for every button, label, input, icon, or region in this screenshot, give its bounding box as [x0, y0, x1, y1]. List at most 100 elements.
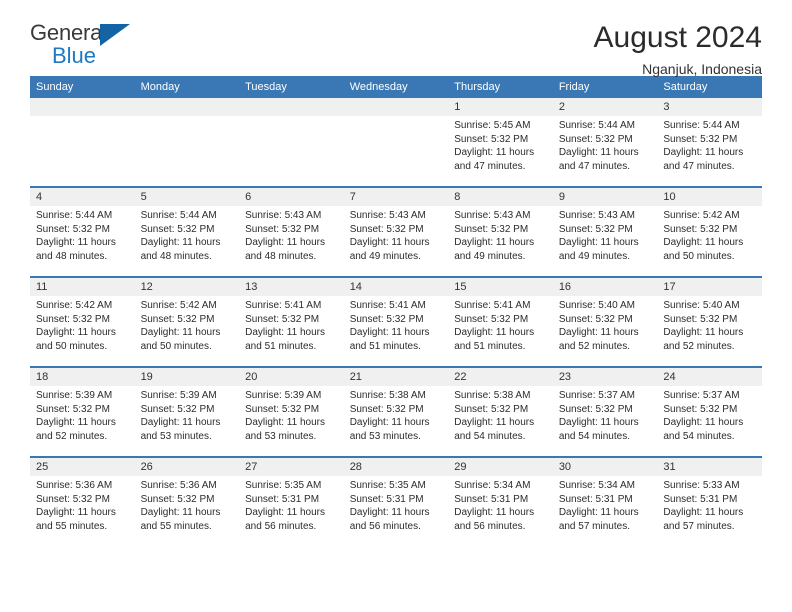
calendar-day-cell[interactable]: 15 Sunrise: 5:41 AM Sunset: 5:32 PM Dayligh…: [448, 278, 553, 366]
day-details: Sunrise: 5:44 AM Sunset: 5:32 PM Daylight:…: [657, 116, 762, 173]
calendar-day-cell[interactable]: 27 Sunrise: 5:35 AM Sunset: 5:31 PM Dayligh…: [239, 458, 344, 546]
logo-text-blue: Blue: [52, 43, 97, 68]
day-detail-daylight2: and 52 minutes.: [558, 340, 630, 352]
calendar-day-cell[interactable]: 23 Sunrise: 5:37 AM Sunset: 5:32 PM Dayligh…: [552, 368, 658, 456]
day-number: 12: [134, 278, 240, 296]
calendar-cell-empty: [134, 98, 240, 186]
calendar-week-row: 1 Sunrise: 5:45 AM Sunset: 5:32 PM Daylight…: [30, 98, 762, 187]
day-detail-daylight2: and 53 minutes.: [245, 430, 317, 442]
calendar-day-cell[interactable]: 2 Sunrise: 5:44 AM Sunset: 5:32 PM Daylight…: [552, 98, 658, 186]
calendar-cell-empty: [239, 98, 344, 186]
day-detail-sunset: Sunset: 5:32 PM: [36, 223, 110, 235]
day-detail-sunset: Sunset: 5:32 PM: [663, 223, 738, 235]
day-detail-daylight2: and 53 minutes.: [349, 430, 421, 442]
day-detail-daylight1: Daylight: 11 hours: [36, 237, 116, 248]
day-details: Sunrise: 5:41 AM Sunset: 5:32 PM Daylight:…: [239, 296, 344, 353]
calendar-day-cell[interactable]: 26 Sunrise: 5:36 AM Sunset: 5:32 PM Dayligh…: [134, 458, 240, 546]
day-number: [343, 98, 449, 116]
day-detail-daylight2: and 51 minutes.: [245, 340, 317, 352]
calendar-day-cell[interactable]: 29 Sunrise: 5:34 AM Sunset: 5:31 PM Dayligh…: [448, 458, 553, 546]
calendar-day-cell[interactable]: 20 Sunrise: 5:39 AM Sunset: 5:32 PM Dayligh…: [239, 368, 344, 456]
day-detail-daylight1: Daylight: 11 hours: [663, 507, 744, 518]
day-detail-daylight2: and 47 minutes.: [454, 160, 526, 172]
calendar-day-cell[interactable]: 24 Sunrise: 5:37 AM Sunset: 5:32 PM Dayligh…: [657, 368, 762, 456]
day-detail-daylight1: Daylight: 11 hours: [558, 237, 639, 248]
calendar-day-cell[interactable]: 4 Sunrise: 5:44 AM Sunset: 5:32 PM Daylight…: [30, 188, 135, 276]
day-number: 29: [448, 458, 553, 476]
calendar-cell-empty: [30, 98, 135, 186]
day-detail-sunset: Sunset: 5:32 PM: [36, 313, 110, 325]
calendar-week-row: 25 Sunrise: 5:36 AM Sunset: 5:32 PM Dayligh…: [30, 456, 762, 546]
day-detail-daylight1: Daylight: 11 hours: [140, 507, 221, 518]
day-number: 27: [239, 458, 344, 476]
calendar-day-cell[interactable]: 1 Sunrise: 5:45 AM Sunset: 5:32 PM Daylight…: [448, 98, 553, 186]
day-detail-daylight1: Daylight: 11 hours: [454, 147, 535, 158]
weekday-header-wednesday: Wednesday: [343, 76, 449, 98]
day-detail-daylight2: and 49 minutes.: [454, 250, 526, 262]
day-detail-sunset: Sunset: 5:32 PM: [558, 133, 633, 145]
day-details: Sunrise: 5:43 AM Sunset: 5:32 PM Daylight:…: [344, 206, 449, 263]
calendar-day-cell[interactable]: 17 Sunrise: 5:40 AM Sunset: 5:32 PM Dayligh…: [657, 278, 762, 366]
day-number: 23: [552, 368, 658, 386]
day-detail-sunrise: Sunrise: 5:43 AM: [349, 210, 426, 221]
general-blue-logo[interactable]: General Blue: [30, 22, 150, 68]
day-detail-sunset: Sunset: 5:32 PM: [454, 223, 529, 235]
day-detail-sunrise: Sunrise: 5:38 AM: [454, 390, 531, 401]
calendar-day-cell[interactable]: 7 Sunrise: 5:43 AM Sunset: 5:32 PM Daylight…: [343, 188, 449, 276]
day-detail-sunset: Sunset: 5:32 PM: [349, 223, 424, 235]
day-detail-daylight2: and 51 minutes.: [349, 340, 421, 352]
day-number: [134, 98, 240, 116]
day-detail-sunset: Sunset: 5:31 PM: [349, 493, 424, 505]
calendar-day-cell[interactable]: 13 Sunrise: 5:41 AM Sunset: 5:32 PM Dayligh…: [239, 278, 344, 366]
calendar-day-cell[interactable]: 3 Sunrise: 5:44 AM Sunset: 5:32 PM Daylight…: [657, 98, 762, 186]
day-number: 28: [343, 458, 449, 476]
day-detail-sunrise: Sunrise: 5:37 AM: [558, 390, 635, 401]
calendar-day-cell[interactable]: 22 Sunrise: 5:38 AM Sunset: 5:32 PM Dayligh…: [448, 368, 553, 456]
calendar-day-cell[interactable]: 30 Sunrise: 5:34 AM Sunset: 5:31 PM Dayligh…: [552, 458, 658, 546]
day-detail-daylight1: Daylight: 11 hours: [36, 327, 116, 338]
day-detail-daylight2: and 54 minutes.: [663, 430, 735, 442]
day-detail-sunset: Sunset: 5:32 PM: [663, 313, 738, 325]
day-detail-daylight2: and 47 minutes.: [558, 160, 630, 172]
day-detail-daylight2: and 49 minutes.: [558, 250, 630, 262]
day-number: 18: [30, 368, 135, 386]
day-detail-daylight2: and 52 minutes.: [663, 340, 735, 352]
calendar-day-cell[interactable]: 11 Sunrise: 5:42 AM Sunset: 5:32 PM Dayligh…: [30, 278, 135, 366]
calendar-day-cell[interactable]: 14 Sunrise: 5:41 AM Sunset: 5:32 PM Dayligh…: [343, 278, 449, 366]
day-detail-sunset: Sunset: 5:32 PM: [36, 403, 110, 415]
calendar-day-cell[interactable]: 9 Sunrise: 5:43 AM Sunset: 5:32 PM Daylight…: [552, 188, 658, 276]
day-number: 9: [552, 188, 658, 206]
day-number: 17: [657, 278, 762, 296]
calendar-day-cell[interactable]: 19 Sunrise: 5:39 AM Sunset: 5:32 PM Dayligh…: [134, 368, 240, 456]
calendar-day-cell[interactable]: 10 Sunrise: 5:42 AM Sunset: 5:32 PM Dayligh…: [657, 188, 762, 276]
day-detail-daylight1: Daylight: 11 hours: [663, 417, 744, 428]
calendar-day-cell[interactable]: 28 Sunrise: 5:35 AM Sunset: 5:31 PM Dayligh…: [343, 458, 449, 546]
day-detail-sunset: Sunset: 5:32 PM: [140, 313, 215, 325]
day-detail-daylight1: Daylight: 11 hours: [454, 327, 535, 338]
day-detail-sunrise: Sunrise: 5:45 AM: [454, 120, 531, 131]
calendar-day-cell[interactable]: 16 Sunrise: 5:40 AM Sunset: 5:32 PM Dayligh…: [552, 278, 658, 366]
day-detail-sunset: Sunset: 5:32 PM: [663, 403, 738, 415]
day-detail-sunset: Sunset: 5:31 PM: [558, 493, 633, 505]
calendar-day-cell[interactable]: 5 Sunrise: 5:44 AM Sunset: 5:32 PM Daylight…: [134, 188, 240, 276]
day-detail-sunrise: Sunrise: 5:40 AM: [558, 300, 635, 311]
calendar-day-cell[interactable]: 6 Sunrise: 5:43 AM Sunset: 5:32 PM Daylight…: [239, 188, 344, 276]
calendar-day-cell[interactable]: 31 Sunrise: 5:33 AM Sunset: 5:31 PM Dayligh…: [657, 458, 762, 546]
day-details: Sunrise: 5:40 AM Sunset: 5:32 PM Daylight:…: [553, 296, 658, 353]
day-detail-sunrise: Sunrise: 5:44 AM: [140, 210, 217, 221]
calendar-day-cell[interactable]: 12 Sunrise: 5:42 AM Sunset: 5:32 PM Dayligh…: [134, 278, 240, 366]
weekday-header-saturday: Saturday: [657, 76, 762, 98]
day-number: 31: [657, 458, 762, 476]
calendar-day-cell[interactable]: 21 Sunrise: 5:38 AM Sunset: 5:32 PM Dayligh…: [343, 368, 449, 456]
day-detail-daylight1: Daylight: 11 hours: [245, 327, 325, 338]
day-detail-daylight2: and 53 minutes.: [140, 430, 212, 442]
day-number: 30: [552, 458, 658, 476]
calendar-day-cell[interactable]: 18 Sunrise: 5:39 AM Sunset: 5:32 PM Dayligh…: [30, 368, 135, 456]
calendar-day-cell[interactable]: 8 Sunrise: 5:43 AM Sunset: 5:32 PM Daylight…: [448, 188, 553, 276]
day-detail-sunset: Sunset: 5:32 PM: [245, 223, 320, 235]
day-detail-sunset: Sunset: 5:32 PM: [558, 403, 633, 415]
day-details: Sunrise: 5:35 AM Sunset: 5:31 PM Daylight:…: [344, 476, 449, 533]
day-detail-daylight2: and 54 minutes.: [558, 430, 630, 442]
calendar-day-cell[interactable]: 25 Sunrise: 5:36 AM Sunset: 5:32 PM Dayligh…: [30, 458, 135, 546]
day-detail-sunset: Sunset: 5:32 PM: [454, 133, 529, 145]
